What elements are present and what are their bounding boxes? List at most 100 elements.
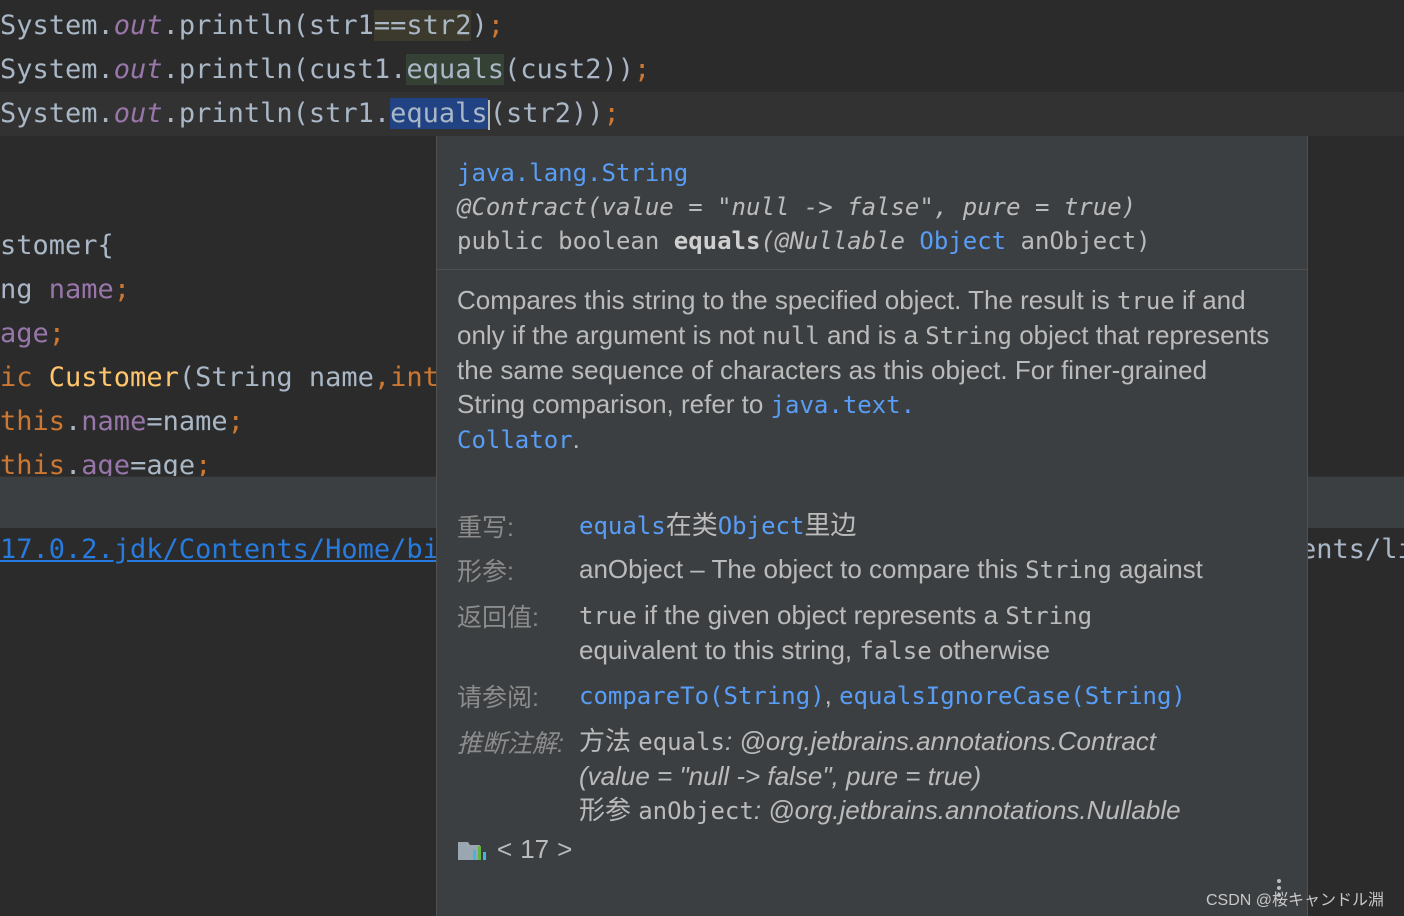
code-token: == [373, 10, 407, 41]
code-token: ; [634, 54, 651, 85]
code-token: ; [48, 318, 66, 349]
collator-link[interactable]: Collator [457, 426, 573, 454]
returns-text: if the given object represents a [636, 600, 1006, 630]
code-token: out [113, 10, 163, 41]
console-path-link[interactable]: 17.0.2.jdk/Contents/Home/bin/ [0, 534, 471, 565]
code-token: out [113, 98, 163, 129]
code-token: str2 [406, 10, 472, 41]
code-token: =name [146, 406, 228, 437]
code-token: (cust2)) [503, 54, 635, 85]
overrides-value: equals在类Object里边 [579, 508, 1279, 543]
code-token: .println(cust1. [162, 54, 407, 85]
doc-contract: @Contract(value = "null -> false", pure … [457, 193, 1137, 221]
overrides-label: 重写: [457, 514, 514, 542]
object-link[interactable]: Object [718, 512, 805, 540]
inferred-code: anObject [638, 797, 754, 825]
doc-sig-method: equals [673, 227, 761, 255]
code-token: . [65, 406, 82, 437]
code-token: System. [0, 10, 114, 41]
overrides-text: 里边 [804, 510, 857, 540]
code-line-9[interactable]: this.age=age; [0, 444, 211, 476]
code-token: name [81, 406, 147, 437]
code-token: ng [0, 274, 49, 305]
pager-prev-button[interactable]: < [497, 834, 512, 865]
code-token: ; [487, 10, 504, 41]
code-line-5[interactable]: ng name; [0, 268, 130, 312]
code-token: ; [195, 450, 212, 476]
doc-signature: java.lang.String @Contract(value = "null… [457, 156, 1151, 258]
code-token: ; [603, 98, 620, 129]
doc-class-link[interactable]: java.lang.String [457, 159, 688, 187]
params-code: String [1025, 556, 1112, 584]
watermark: CSDN @桜キャンドル淵 [1206, 892, 1385, 909]
code-token: =age [130, 450, 196, 476]
desc-code: null [761, 322, 820, 350]
see-also-separator: , [824, 680, 840, 710]
desc-text: . [572, 424, 580, 454]
code-token: int [390, 362, 439, 393]
code-token: ) [471, 10, 488, 41]
see-also-label: 请参阅: [457, 684, 539, 712]
doc-pager: < 17 > [457, 832, 572, 866]
doc-sig-annotation: (@Nullable [760, 227, 920, 255]
code-token: System. [0, 98, 114, 129]
code-token: System. [0, 54, 114, 85]
desc-text: and is a [819, 320, 926, 350]
code-line-8[interactable]: this.name=name; [0, 400, 244, 444]
selected-token: equals [390, 98, 488, 129]
returns-code: true [579, 602, 637, 630]
equals-link[interactable]: equals [579, 512, 666, 540]
inferred-annotation: (value = "null -> false", pure = true) [579, 761, 982, 791]
desc-text: Compares this string to the specified ob… [457, 285, 1117, 315]
returns-text: equivalent to this string, [579, 635, 860, 665]
code-token: out [113, 54, 163, 85]
returns-label: 返回值: [457, 604, 539, 632]
returns-code: false [859, 637, 932, 665]
quick-documentation-popup[interactable]: java.lang.String @Contract(value = "null… [436, 136, 1308, 916]
code-line-7[interactable]: ic Customer(String name,int [0, 356, 439, 400]
code-token: ; [227, 406, 244, 437]
inferred-annotation: : @org.jetbrains.annotations.Nullable [753, 795, 1181, 825]
code-token: age [0, 318, 49, 349]
equalsignorecase-link[interactable]: equalsIgnoreCase(String) [839, 682, 1186, 710]
code-token: , [373, 362, 391, 393]
pager-next-button[interactable]: > [557, 834, 572, 865]
code-token: (str2)) [489, 98, 604, 129]
code-token: ; [113, 274, 131, 305]
inferred-text: 方法 [579, 726, 639, 756]
code-token: ic [0, 362, 49, 393]
library-icon [457, 836, 489, 862]
doc-sig-param: anObject) [1006, 227, 1151, 255]
params-text: anObject – The object to compare this [579, 554, 1026, 584]
code-token: . [65, 450, 82, 476]
code-token: this [0, 406, 66, 437]
code-token: stomer{ [0, 230, 114, 261]
params-label: 形参: [457, 558, 514, 586]
params-value: anObject – The object to compare this St… [579, 552, 1279, 587]
code-token: .println(str1 [162, 10, 374, 41]
compareto-link[interactable]: compareTo(String) [579, 682, 825, 710]
code-line-3[interactable]: System.out.println(str1.equals(str2)); [0, 92, 1404, 136]
overrides-text: 在类 [665, 510, 718, 540]
code-token: age [81, 450, 131, 476]
inferred-code: equals [638, 728, 725, 756]
code-line-2[interactable]: System.out.println(cust1.equals(cust2)); [0, 48, 650, 92]
code-token: .println(str1. [162, 98, 391, 129]
inferred-value: 方法 equals: @org.jetbrains.annotations.Co… [579, 724, 1279, 828]
returns-value: true if the given object represents a St… [579, 598, 1279, 668]
code-line-6[interactable]: age; [0, 312, 65, 356]
collator-link[interactable]: java.text. [771, 391, 916, 419]
doc-type-link[interactable]: Object [919, 227, 1006, 255]
inferred-label: 推断注解: [457, 730, 564, 758]
desc-code: String [925, 322, 1012, 350]
console-text: ents/li [1300, 534, 1404, 565]
see-also-value: compareTo(String), equalsIgnoreCase(Stri… [579, 678, 1279, 713]
doc-divider [437, 269, 1307, 270]
returns-code: String [1005, 602, 1093, 630]
code-line-1[interactable]: System.out.println(str1==str2); [0, 4, 504, 48]
doc-description: Compares this string to the specified ob… [457, 283, 1277, 457]
code-line-4[interactable]: stomer{ [0, 224, 114, 268]
pager-count: 17 [520, 833, 550, 864]
code-token: this [0, 450, 66, 476]
inferred-text: 形参 [579, 795, 639, 825]
